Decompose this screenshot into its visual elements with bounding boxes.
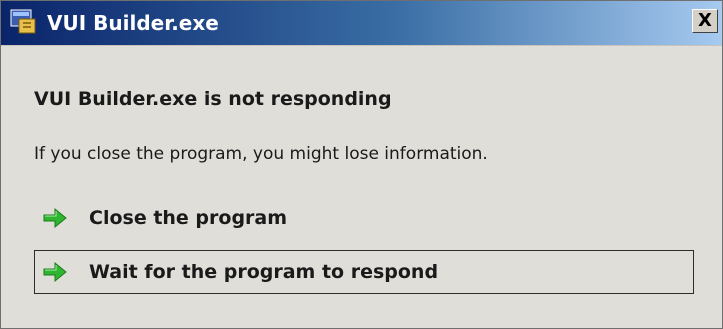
window-title: VUI Builder.exe bbox=[47, 11, 219, 35]
green-arrow-icon bbox=[43, 207, 67, 229]
title-bar[interactable]: VUI Builder.exe X bbox=[1, 1, 722, 45]
close-icon: X bbox=[698, 10, 712, 31]
dialog-window: VUI Builder.exe X VUI Builder.exe is not… bbox=[0, 0, 723, 329]
dialog-message: If you close the program, you might lose… bbox=[34, 144, 488, 164]
dialog-content: VUI Builder.exe is not responding If you… bbox=[1, 45, 722, 329]
dialog-heading: VUI Builder.exe is not responding bbox=[34, 88, 392, 110]
wait-program-option[interactable]: Wait for the program to respond bbox=[34, 250, 694, 294]
close-program-option[interactable]: Close the program bbox=[34, 196, 694, 240]
wait-program-label: Wait for the program to respond bbox=[89, 261, 439, 283]
close-program-label: Close the program bbox=[89, 207, 288, 229]
application-icon bbox=[10, 9, 36, 34]
green-arrow-icon bbox=[43, 261, 67, 283]
close-button[interactable]: X bbox=[692, 9, 718, 33]
